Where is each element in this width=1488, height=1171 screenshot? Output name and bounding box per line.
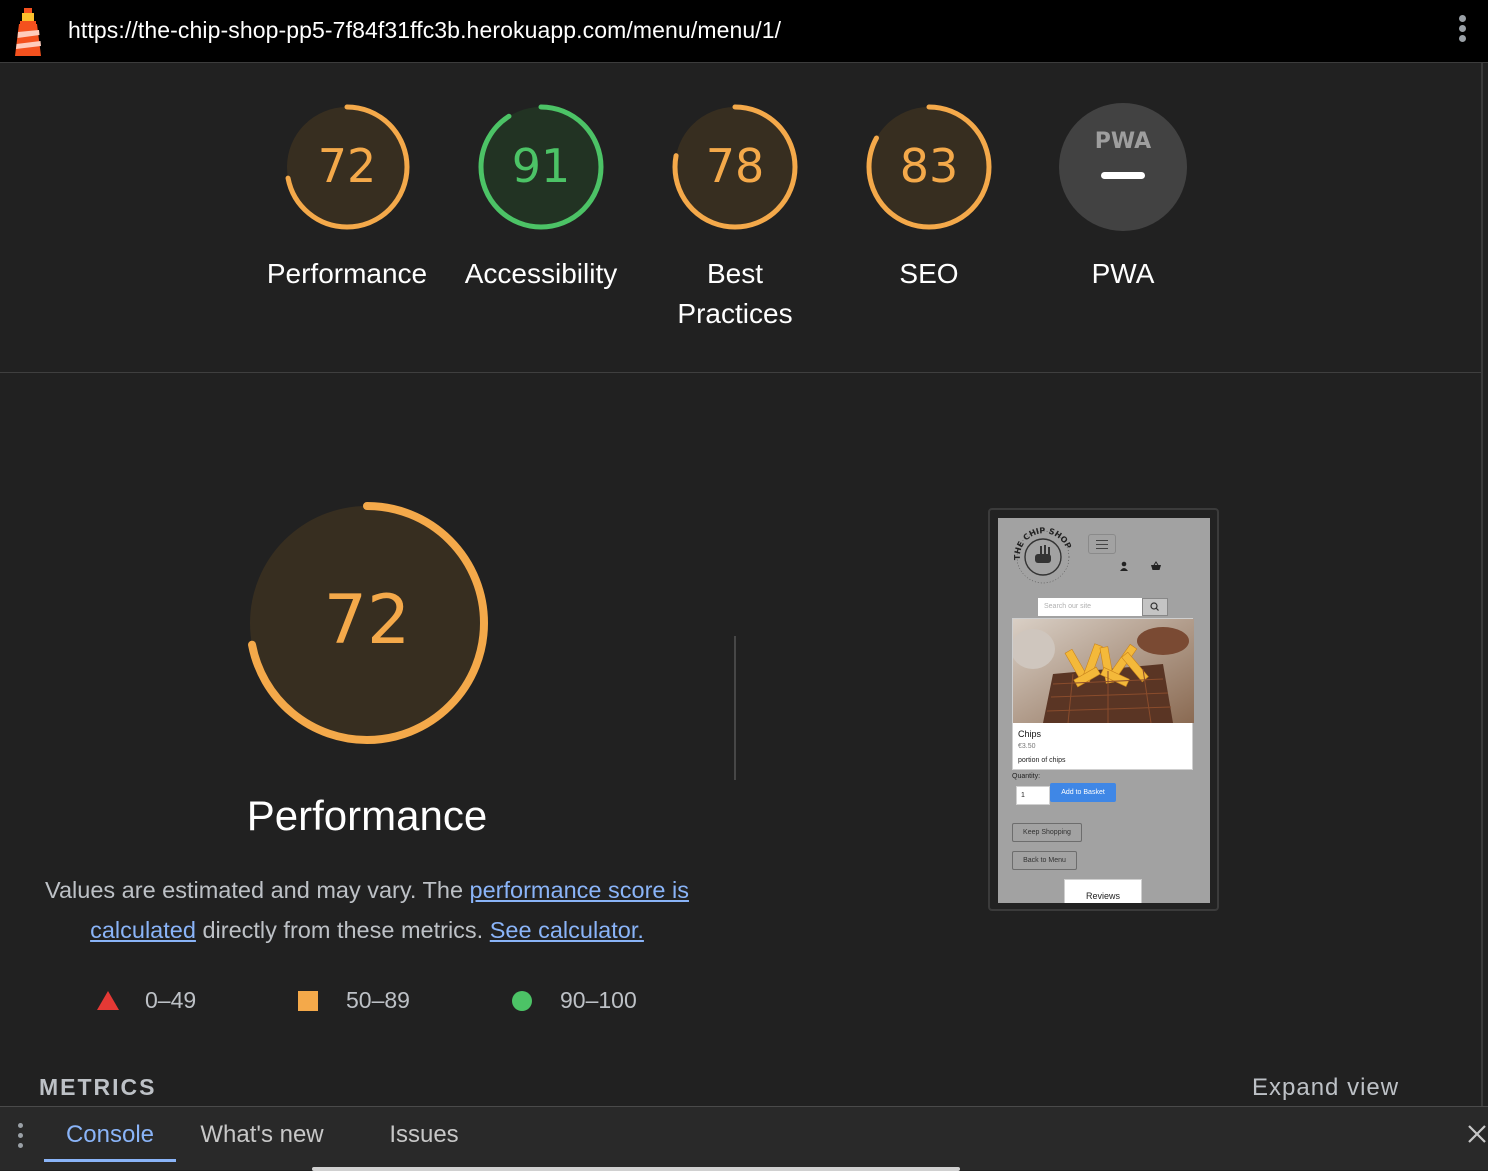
close-icon[interactable] bbox=[1464, 1121, 1488, 1145]
add-to-basket-button: Add to Basket bbox=[1050, 783, 1116, 802]
see-calculator-link[interactable]: See calculator. bbox=[490, 917, 644, 943]
gauge-accessibility[interactable]: 91 Accessibility bbox=[441, 102, 641, 294]
performance-gauge: 72 bbox=[246, 502, 488, 744]
category-gauges: 72 Performance 91 Accessibility 78 Best … bbox=[0, 64, 1481, 373]
product-card: Chips €3.50 portion of chips bbox=[1012, 618, 1194, 770]
tab-whats-new[interactable]: What's new bbox=[184, 1107, 340, 1163]
pwa-badge-text: PWA bbox=[1095, 129, 1151, 154]
tab-console[interactable]: Console bbox=[44, 1107, 176, 1163]
report-url-bar: https://the-chip-shop-pp5-7f84f31ffc3b.h… bbox=[0, 0, 1488, 63]
product-description: portion of chips bbox=[1018, 757, 1066, 764]
tab-label: What's new bbox=[200, 1121, 324, 1148]
gauge-score: 83 bbox=[900, 139, 959, 193]
pwa-badge-icon: PWA bbox=[1059, 103, 1187, 231]
gauge-label: Accessibility bbox=[464, 258, 618, 289]
final-screenshot[interactable]: THE CHIP SHOP Search our site Chips €3.5… bbox=[988, 508, 1219, 911]
product-price: €3.50 bbox=[1018, 743, 1036, 750]
gauge-score: 78 bbox=[706, 139, 765, 193]
basket-icon bbox=[1151, 561, 1161, 570]
reviews-tab: Reviews bbox=[1064, 879, 1142, 903]
report-url[interactable]: https://the-chip-shop-pp5-7f84f31ffc3b.h… bbox=[68, 17, 781, 44]
drawer-menu-icon[interactable] bbox=[14, 1123, 26, 1151]
gauge-ring-icon: 91 bbox=[478, 104, 604, 230]
tab-issues[interactable]: Issues bbox=[376, 1107, 472, 1163]
gauge-score: 72 bbox=[318, 139, 377, 193]
quantity-label: Quantity: bbox=[1012, 773, 1041, 780]
tab-label: Console bbox=[65, 1121, 155, 1148]
gauge-label: Performance bbox=[266, 258, 428, 289]
performance-description: Values are estimated and may vary. The p… bbox=[40, 870, 694, 950]
gauge-best-practices[interactable]: 78 Best Practices bbox=[635, 102, 835, 334]
gauge-ring-icon: 78 bbox=[672, 104, 798, 230]
legend-range: 0–49 bbox=[145, 987, 197, 1013]
screenshot-page: THE CHIP SHOP Search our site Chips €3.5… bbox=[998, 518, 1210, 903]
performance-score: 72 bbox=[324, 581, 411, 660]
triangle-icon bbox=[97, 991, 119, 1010]
legend-range: 90–100 bbox=[560, 987, 637, 1013]
expand-view-button[interactable]: Expand view bbox=[1252, 1074, 1399, 1102]
gauge-label: SEO bbox=[899, 258, 959, 289]
performance-title: Performance bbox=[246, 792, 488, 839]
user-icon bbox=[1120, 561, 1128, 571]
gauge-ring-icon: 72 bbox=[284, 104, 410, 230]
scrollbar[interactable] bbox=[1481, 63, 1483, 1106]
gauge-label: Best Practices bbox=[677, 258, 793, 329]
gauge-seo[interactable]: 83 SEO bbox=[829, 102, 1029, 294]
gauge-performance[interactable]: 72 Performance bbox=[247, 102, 447, 294]
metrics-header: METRICS bbox=[39, 1074, 157, 1100]
performance-section: 72 Performance Values are estimated and … bbox=[0, 374, 1481, 1106]
hamburger-icon bbox=[1088, 534, 1116, 554]
circle-icon bbox=[512, 991, 532, 1011]
drawer-scrollbar[interactable] bbox=[312, 1167, 960, 1171]
tab-label: Issues bbox=[389, 1121, 459, 1148]
gauge-ring-icon: 83 bbox=[866, 104, 992, 230]
legend-range: 50–89 bbox=[346, 987, 410, 1013]
gauge-pwa[interactable]: PWA PWA bbox=[1023, 102, 1223, 294]
chip-shop-logo: THE CHIP SHOP bbox=[1013, 526, 1073, 584]
gauge-label: PWA bbox=[1091, 258, 1155, 289]
lighthouse-logo-icon bbox=[15, 8, 41, 56]
gauge-score: 91 bbox=[512, 139, 571, 193]
divider bbox=[734, 636, 736, 780]
search-icon bbox=[1142, 598, 1168, 616]
screenshot-search-input: Search our site bbox=[1038, 598, 1142, 616]
more-options-icon[interactable] bbox=[1452, 12, 1472, 50]
chips-photo bbox=[1013, 619, 1194, 723]
desc-text: Values are estimated and may vary. The bbox=[45, 877, 470, 903]
desc-text: directly from these metrics. bbox=[195, 917, 490, 943]
square-icon bbox=[298, 991, 318, 1011]
devtools-drawer: Console What's new Issues bbox=[0, 1106, 1488, 1171]
product-name: Chips bbox=[1018, 729, 1042, 739]
keep-shopping-button: Keep Shopping bbox=[1012, 823, 1082, 842]
quantity-field: 1 bbox=[1016, 786, 1050, 805]
active-tab-indicator bbox=[44, 1159, 176, 1162]
back-to-menu-button: Back to Menu bbox=[1012, 851, 1077, 870]
